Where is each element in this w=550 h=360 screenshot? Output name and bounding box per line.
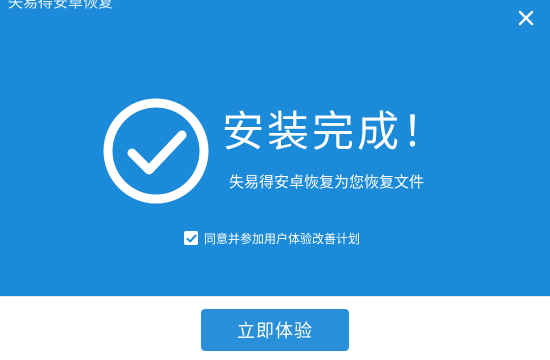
success-subtitle: 失易得安卓恢复为您恢复文件: [229, 173, 425, 191]
checkmark-icon: [186, 234, 196, 242]
agreement-option[interactable]: 同意并参加用户体验改善计划: [184, 229, 360, 247]
title-bar: 失易得安卓恢复: [0, 0, 550, 40]
check-circle-icon: [102, 97, 210, 205]
installer-window: 失易得安卓恢复 安装完成！ 失易得安卓恢复为您恢复文件 同意并参加用户体验改善计…: [0, 0, 550, 360]
window-title: 失易得安卓恢复: [8, 0, 114, 11]
footer-bar: 立即体验: [0, 296, 550, 360]
agreement-label: 同意并参加用户体验改善计划: [204, 231, 361, 246]
start-now-button[interactable]: 立即体验: [201, 309, 349, 351]
close-icon: [518, 10, 534, 26]
close-button[interactable]: [516, 8, 536, 28]
agreement-checkbox[interactable]: [184, 231, 198, 245]
success-title: 安装完成！: [222, 107, 448, 156]
